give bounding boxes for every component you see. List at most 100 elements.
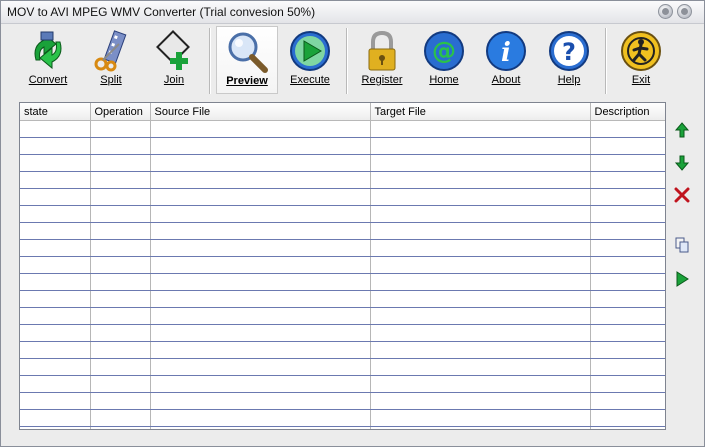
help-label: Help xyxy=(557,74,581,86)
table-cell xyxy=(150,273,371,291)
table-cell xyxy=(370,307,591,325)
table-row[interactable] xyxy=(20,392,665,410)
table-cell xyxy=(150,154,371,172)
register-button[interactable]: Register xyxy=(353,26,411,94)
table-cell xyxy=(150,409,371,427)
table-cell xyxy=(90,137,151,155)
table-cell xyxy=(370,324,591,342)
table-cell xyxy=(370,375,591,393)
table-cell xyxy=(90,256,151,274)
run-icon xyxy=(676,271,689,287)
exit-runner-icon xyxy=(621,31,661,71)
table-cell xyxy=(20,222,91,240)
table-cell xyxy=(20,273,91,291)
table-cell xyxy=(370,273,591,291)
padlock-icon xyxy=(368,30,396,71)
table-cell xyxy=(590,324,665,342)
table-cell xyxy=(150,324,371,342)
exit-button[interactable]: Exit xyxy=(612,26,670,94)
delete-button[interactable] xyxy=(671,184,693,206)
home-label: Home xyxy=(429,74,459,86)
table-cell xyxy=(590,341,665,359)
table-cell xyxy=(20,392,91,410)
move-up-button[interactable] xyxy=(671,119,693,141)
info-icon: i xyxy=(486,31,526,71)
table-cell xyxy=(370,154,591,172)
table-cell xyxy=(150,426,371,429)
app-window: MOV to AVI MPEG WMV Converter (Trial con… xyxy=(0,0,705,447)
column-header-source-file[interactable]: Source File xyxy=(150,103,371,121)
header-row: state Operation Source File Target File … xyxy=(20,103,665,121)
column-header-target-file[interactable]: Target File xyxy=(370,103,591,121)
column-header-operation[interactable]: Operation xyxy=(90,103,151,121)
toolbar: Convert Split Join Preview Execute Regis… xyxy=(1,24,704,98)
table-row[interactable] xyxy=(20,171,665,189)
table-row[interactable] xyxy=(20,137,665,155)
table-row[interactable] xyxy=(20,290,665,308)
task-table: state Operation Source File Target File … xyxy=(20,103,665,429)
run-button[interactable] xyxy=(671,268,693,290)
table-cell xyxy=(370,188,591,206)
table-cell xyxy=(150,290,371,308)
copy-button[interactable] xyxy=(671,234,693,256)
table-cell xyxy=(370,392,591,410)
svg-text:?: ? xyxy=(562,38,576,66)
table-cell xyxy=(90,409,151,427)
table-cell xyxy=(20,375,91,393)
table-cell xyxy=(370,222,591,240)
table-row[interactable] xyxy=(20,307,665,325)
toolbar-separator xyxy=(605,28,607,94)
convert-button[interactable]: Convert xyxy=(19,26,77,94)
table-cell xyxy=(370,120,591,138)
table-cell xyxy=(370,426,591,429)
table-row[interactable] xyxy=(20,375,665,393)
table-row[interactable] xyxy=(20,341,665,359)
table-cell xyxy=(90,324,151,342)
table-row[interactable] xyxy=(20,256,665,274)
table-row[interactable] xyxy=(20,273,665,291)
minimize-button[interactable] xyxy=(658,4,673,19)
table-row[interactable] xyxy=(20,154,665,172)
table-cell xyxy=(370,341,591,359)
table-row[interactable] xyxy=(20,409,665,427)
table-cell xyxy=(590,239,665,257)
table-cell xyxy=(590,188,665,206)
about-button[interactable]: i About xyxy=(477,26,535,94)
window-title: MOV to AVI MPEG WMV Converter (Trial con… xyxy=(7,5,316,19)
table-row[interactable] xyxy=(20,426,665,429)
table-cell xyxy=(20,341,91,359)
table-cell xyxy=(590,137,665,155)
task-list[interactable]: state Operation Source File Target File … xyxy=(19,102,666,430)
minimize-icon xyxy=(662,8,669,15)
table-row[interactable] xyxy=(20,358,665,376)
table-cell xyxy=(150,341,371,359)
table-cell xyxy=(20,290,91,308)
column-header-description[interactable]: Description xyxy=(590,103,665,121)
execute-button[interactable]: Execute xyxy=(280,26,340,94)
table-row[interactable] xyxy=(20,222,665,240)
table-row[interactable] xyxy=(20,205,665,223)
table-cell xyxy=(20,307,91,325)
table-cell xyxy=(20,239,91,257)
table-cell xyxy=(90,375,151,393)
table-cell xyxy=(90,171,151,189)
table-row[interactable] xyxy=(20,188,665,206)
table-row[interactable] xyxy=(20,120,665,138)
title-bar[interactable]: MOV to AVI MPEG WMV Converter (Trial con… xyxy=(1,1,704,24)
table-row[interactable] xyxy=(20,239,665,257)
column-header-state[interactable]: state xyxy=(20,103,91,121)
join-label: Join xyxy=(163,74,185,86)
join-button[interactable]: Join xyxy=(145,26,203,94)
table-row[interactable] xyxy=(20,324,665,342)
table-cell xyxy=(150,137,371,155)
table-cell xyxy=(90,426,151,429)
split-button[interactable]: Split xyxy=(81,26,141,94)
table-cell xyxy=(20,171,91,189)
preview-button[interactable]: Preview xyxy=(216,26,278,94)
table-cell xyxy=(370,137,591,155)
home-button[interactable]: @ Home xyxy=(415,26,473,94)
help-button[interactable]: ? Help xyxy=(539,26,599,94)
move-down-button[interactable] xyxy=(671,152,693,174)
table-cell xyxy=(590,273,665,291)
close-button[interactable] xyxy=(677,4,692,19)
